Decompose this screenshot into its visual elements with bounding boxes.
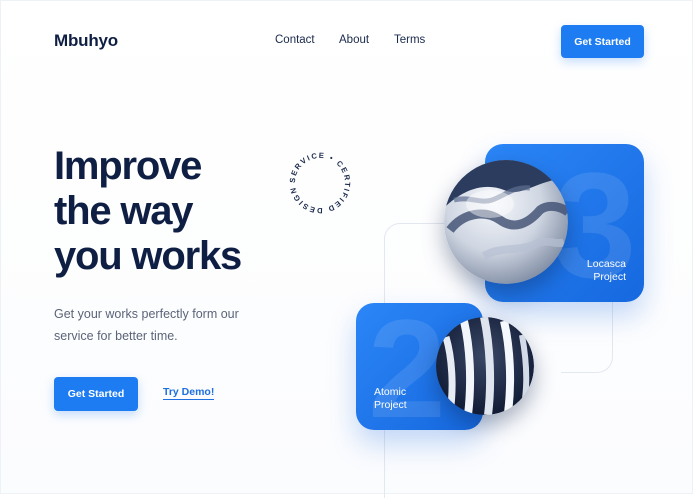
landing-page: Mbuhyo Contact About Terms Get Started I…: [0, 0, 693, 498]
card-label: Locasca Project: [587, 258, 626, 284]
ribbed-sphere-image: [436, 317, 534, 415]
card-label: Atomic Project: [374, 386, 407, 412]
hero-subtitle: Get your works perfectly form our servic…: [54, 307, 239, 343]
nav-terms-link[interactable]: Terms: [394, 34, 425, 46]
decor-outline-right: [561, 291, 613, 373]
card-label-line: Project: [374, 399, 407, 411]
svg-text:SERVICE • CERTIFIED DESIGNS •: SERVICE • CERTIFIED DESIGNS •: [284, 147, 352, 215]
brand-logo[interactable]: Mbuhyo: [54, 31, 118, 51]
marble-sphere-graphic: [444, 160, 568, 284]
hero-title: Improve the way you works: [54, 144, 242, 279]
card-label-line: Atomic: [374, 386, 407, 398]
card-label-line: Project: [593, 271, 626, 283]
certified-badge: SERVICE • CERTIFIED DESIGNS •: [284, 147, 352, 215]
ribbed-sphere-graphic: [436, 317, 534, 415]
hero-title-line: Improve: [54, 144, 202, 188]
marble-sphere-image: [444, 160, 568, 284]
hero-title-line: the way: [54, 189, 194, 233]
badge-text: SERVICE • CERTIFIED DESIGNS •: [284, 147, 351, 215]
header-get-started-button[interactable]: Get Started: [561, 25, 644, 58]
nav-contact-link[interactable]: Contact: [275, 34, 315, 46]
hero-title-line: you works: [54, 234, 242, 278]
card-label-line: Locasca: [586, 258, 626, 270]
hero-get-started-button[interactable]: Get Started: [54, 377, 138, 411]
try-demo-link[interactable]: Try Demo!: [163, 386, 215, 400]
nav-about-link[interactable]: About: [339, 34, 369, 46]
